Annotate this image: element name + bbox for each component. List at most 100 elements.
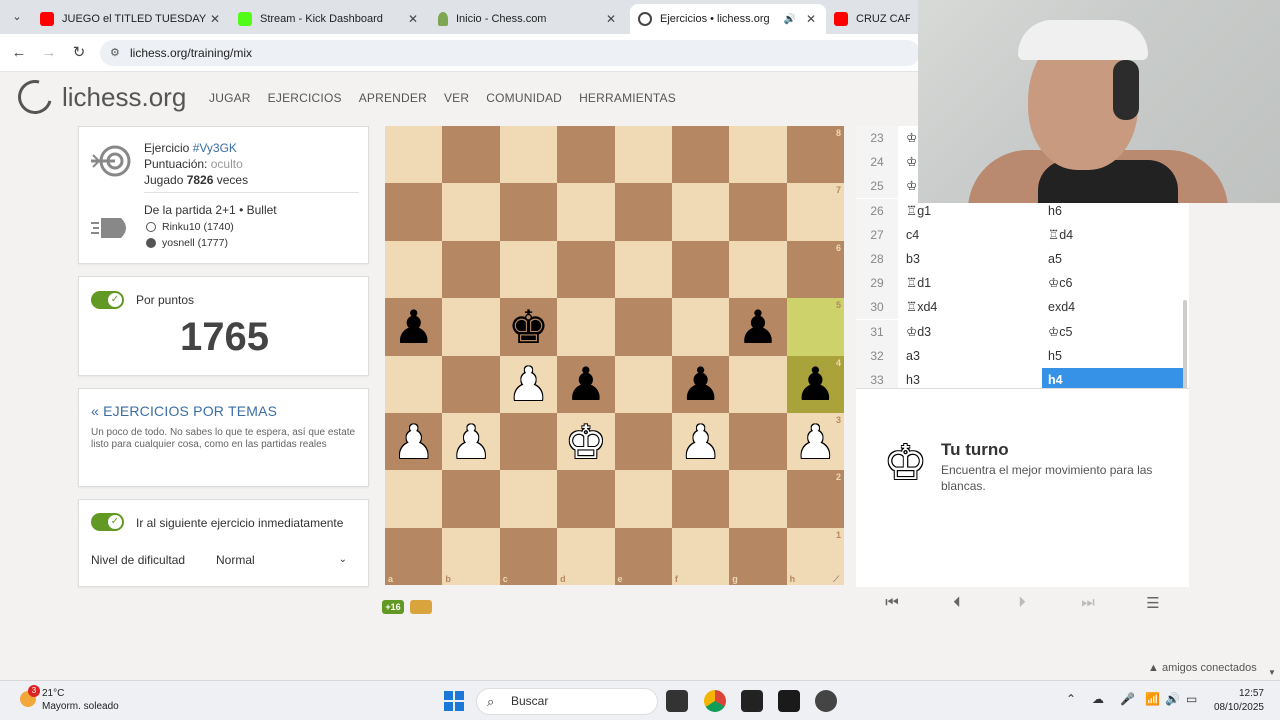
chrome-icon[interactable] — [704, 690, 726, 712]
nav-jugar[interactable]: JUGAR — [209, 91, 251, 105]
first-move-icon[interactable]: ⏮ — [877, 594, 907, 611]
nav-aprender[interactable]: APRENDER — [359, 91, 427, 105]
white-move[interactable]: h3 — [902, 368, 1038, 388]
square-f8[interactable] — [671, 126, 730, 184]
square-b7[interactable] — [442, 183, 500, 241]
task-view-icon[interactable] — [666, 690, 688, 712]
board-resize-handle[interactable]: ⟋ — [833, 574, 843, 584]
square-g7[interactable] — [729, 183, 787, 241]
square-a6[interactable] — [385, 240, 443, 299]
last-move-icon[interactable]: ⏭ — [1073, 594, 1103, 611]
square-g8[interactable] — [729, 126, 787, 184]
tab-search-chevron-icon[interactable]: ⌄ — [8, 8, 26, 26]
square-f5[interactable] — [671, 298, 730, 356]
nav-herramientas[interactable]: HERRAMIENTAS — [579, 91, 676, 105]
auto-next-toggle[interactable]: ✓ — [91, 513, 124, 531]
white-move[interactable]: c4 — [902, 223, 1038, 247]
square-a8[interactable] — [385, 126, 443, 184]
square-e5[interactable] — [614, 298, 672, 356]
square-b2[interactable] — [442, 470, 500, 528]
white-move[interactable]: ♔d3 — [902, 320, 1038, 344]
volume-icon[interactable]: 🔊 — [1165, 692, 1180, 706]
capcut-icon[interactable] — [741, 690, 763, 712]
tab-chess-com[interactable]: Inicio - Chess.com ✕ — [430, 4, 626, 34]
square-d7[interactable] — [557, 183, 615, 241]
close-tab-icon[interactable]: ✕ — [208, 12, 222, 26]
app-icon[interactable] — [778, 690, 800, 712]
previous-move-icon[interactable]: ⏴ — [942, 594, 972, 611]
square-b1[interactable]: b — [442, 527, 500, 585]
close-tab-icon[interactable]: ✕ — [604, 12, 618, 26]
history-badge[interactable] — [410, 600, 432, 614]
close-tab-icon[interactable]: ✕ — [406, 12, 420, 26]
square-g3[interactable] — [729, 412, 787, 471]
difficulty-select[interactable]: Normal ⌄ — [209, 546, 351, 574]
nav-ejercicios[interactable]: EJERCICIOS — [268, 91, 342, 105]
nav-comunidad[interactable]: COMUNIDAD — [486, 91, 562, 105]
black-pawn-f4[interactable]: ♟ — [672, 356, 729, 413]
square-h2[interactable]: 2 — [786, 470, 844, 528]
move-list-scrollbar[interactable] — [1183, 300, 1187, 390]
themes-link[interactable]: « EJERCICIOS POR TEMAS — [91, 403, 277, 419]
square-e1[interactable]: e — [614, 527, 672, 585]
back-arrow-icon[interactable]: ← — [8, 42, 30, 64]
rated-toggle[interactable]: ✓ — [91, 291, 124, 309]
square-f2[interactable] — [671, 470, 730, 528]
square-h8[interactable]: 8 — [786, 126, 844, 184]
black-move[interactable]: ♖d4 — [1042, 223, 1184, 247]
white-move[interactable]: a3 — [902, 344, 1038, 368]
black-pawn-a5[interactable]: ♟ — [385, 298, 442, 355]
square-g1[interactable]: g — [729, 527, 787, 585]
black-pawn-h4[interactable]: ♟ — [787, 356, 844, 413]
square-e2[interactable] — [614, 470, 672, 528]
tab-kick-dashboard[interactable]: Stream - Kick Dashboard ✕ — [230, 4, 428, 34]
square-e3[interactable] — [614, 412, 672, 471]
friends-online-toggle[interactable]: ▲ amigos conectados — [1148, 662, 1257, 674]
square-a1[interactable]: a — [385, 527, 443, 585]
white-king-d3[interactable]: ♚ — [557, 413, 614, 470]
tab-titled-tuesday[interactable]: JUEGO el TITLED TUESDAY #16 ✕ — [32, 4, 230, 34]
square-c2[interactable] — [499, 470, 558, 528]
square-h6[interactable]: 6 — [786, 240, 844, 299]
square-d6[interactable] — [557, 240, 615, 299]
square-d5[interactable] — [557, 298, 615, 356]
white-pawn-b3[interactable]: ♟ — [442, 413, 499, 470]
speaker-icon[interactable]: 🔊 — [784, 14, 796, 25]
square-e6[interactable] — [614, 240, 672, 299]
black-pawn-d4[interactable]: ♟ — [557, 356, 614, 413]
menu-icon[interactable]: ☰ — [1138, 594, 1168, 612]
nav-ver[interactable]: VER — [444, 91, 469, 105]
square-b6[interactable] — [442, 240, 500, 299]
square-c7[interactable] — [499, 183, 558, 241]
tab-lichess[interactable]: Ejercicios • lichess.org 🔊 ✕ — [630, 4, 826, 34]
black-move[interactable]: a5 — [1042, 247, 1184, 271]
tab-cruz-cafune[interactable]: CRUZ CAFUNÉ — [826, 4, 918, 34]
square-d2[interactable] — [557, 470, 615, 528]
black-king-c5[interactable]: ♚ — [500, 298, 557, 355]
square-b8[interactable] — [442, 126, 500, 184]
square-g2[interactable] — [729, 470, 787, 528]
square-d8[interactable] — [557, 126, 615, 184]
square-a4[interactable] — [385, 355, 443, 413]
square-e4[interactable] — [614, 355, 672, 413]
close-tab-icon[interactable]: ✕ — [804, 12, 818, 26]
black-move[interactable]: h5 — [1042, 344, 1184, 368]
white-pawn-f3[interactable]: ♟ — [672, 413, 729, 470]
system-clock[interactable]: 12:57 08/10/2025 — [1208, 687, 1264, 715]
square-f7[interactable] — [671, 183, 730, 241]
scroll-down-arrow-icon[interactable]: ▼ — [1268, 668, 1276, 677]
square-h5[interactable]: 5 — [786, 298, 844, 356]
square-g4[interactable] — [729, 355, 787, 413]
square-c8[interactable] — [499, 126, 558, 184]
black-move[interactable]: ♔c5 — [1042, 320, 1184, 344]
obs-icon[interactable] — [815, 690, 837, 712]
cloud-icon[interactable]: ☁ — [1092, 692, 1104, 706]
wifi-icon[interactable]: 📶 — [1145, 692, 1160, 706]
white-move[interactable]: ♖d1 — [902, 271, 1038, 295]
square-b4[interactable] — [442, 355, 500, 413]
current-move[interactable]: h4 — [1042, 368, 1184, 388]
square-a2[interactable] — [385, 470, 443, 528]
black-pawn-g5[interactable]: ♟ — [729, 298, 786, 355]
white-move[interactable]: ♖xd4 — [902, 295, 1038, 319]
white-move[interactable]: b3 — [902, 247, 1038, 271]
